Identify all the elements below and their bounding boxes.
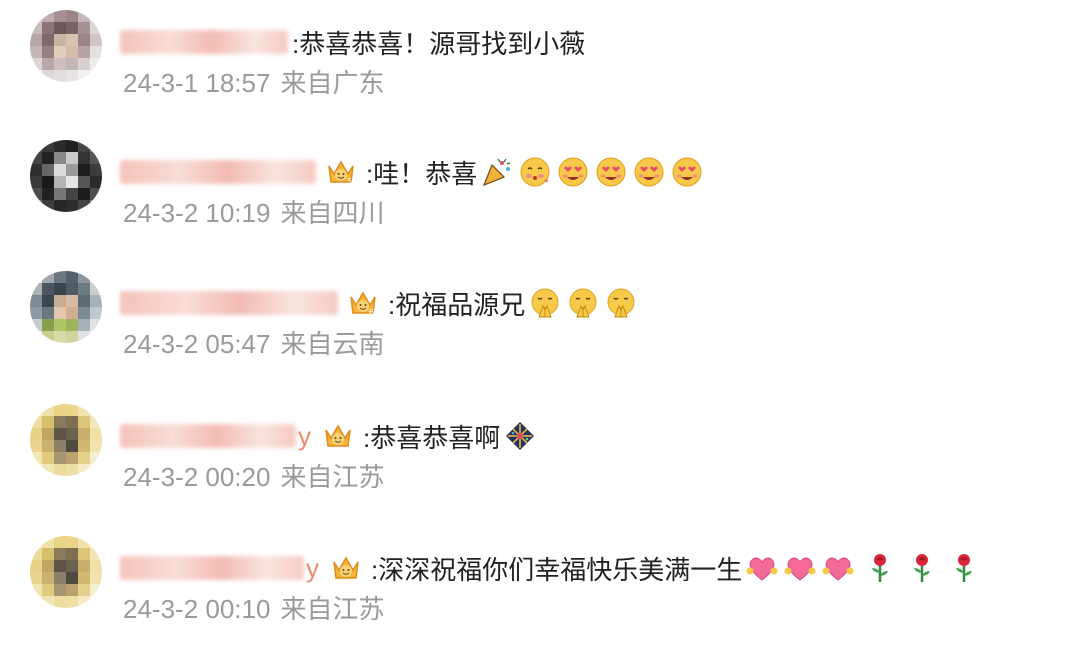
party-popper-emoji-icon bbox=[479, 154, 515, 190]
heart-hug-emoji-icon bbox=[782, 550, 818, 586]
comment-item: y :深深祝福你们幸福快乐美满一生 24-3-2 00:10 来自江苏 bbox=[0, 536, 1080, 656]
username-blurred[interactable] bbox=[120, 424, 296, 448]
comment-time: 24-3-2 00:20 bbox=[123, 462, 271, 492]
vip-crown-icon bbox=[329, 551, 363, 585]
pray-emoji-icon bbox=[565, 285, 601, 321]
comment-item: :恭喜恭喜！源哥找到小薇 24-3-1 18:57 来自广东 bbox=[0, 10, 1080, 130]
comment-item: 5 :哇！恭喜 24-3-2 10:19 来自四川 bbox=[0, 140, 1080, 260]
comment-line: :恭喜恭喜！源哥找到小薇 bbox=[120, 22, 585, 62]
kiss-blush-emoji-icon bbox=[517, 154, 553, 190]
rose-emoji-icon bbox=[904, 550, 940, 586]
comment-line: y :深深祝福你们幸福快乐美满一生 bbox=[120, 548, 982, 588]
username-tail[interactable]: y bbox=[306, 553, 319, 584]
comment-line: 6 :祝福品源兄 bbox=[120, 283, 639, 323]
comment-line: y :恭喜恭喜啊 bbox=[120, 416, 538, 456]
pray-emoji-icon bbox=[603, 285, 639, 321]
comment-time: 24-3-2 00:10 bbox=[123, 594, 271, 624]
avatar[interactable] bbox=[30, 140, 102, 212]
vip-crown-icon: 6 bbox=[346, 286, 380, 320]
username-blurred[interactable] bbox=[120, 556, 304, 580]
comment-meta: 24-3-2 00:10 来自江苏 bbox=[123, 589, 394, 626]
vip-crown-icon: 5 bbox=[324, 155, 358, 189]
firework-emoji-icon bbox=[502, 418, 538, 454]
comment-item: 6 :祝福品源兄 24-3-2 05:47 来自云南 bbox=[0, 271, 1080, 391]
comment-meta: 24-3-2 10:19 来自四川 bbox=[123, 193, 394, 230]
comment-location: 来自云南 bbox=[280, 329, 385, 359]
vip-crown-icon bbox=[321, 419, 355, 453]
comment-text: :祝福品源兄 bbox=[388, 289, 526, 320]
avatar[interactable] bbox=[30, 404, 102, 476]
rose-emoji-icon bbox=[862, 550, 898, 586]
heart-hug-emoji-icon bbox=[820, 550, 856, 586]
comment-meta: 24-3-2 05:47 来自云南 bbox=[123, 324, 394, 361]
username-blurred[interactable] bbox=[120, 291, 338, 315]
comment-text: :深深祝福你们幸福快乐美满一生 bbox=[371, 554, 743, 585]
svg-text:5: 5 bbox=[347, 177, 352, 186]
comment-line: 5 :哇！恭喜 bbox=[120, 152, 705, 192]
love-eyes-emoji-icon bbox=[593, 154, 629, 190]
comment-time: 24-3-2 05:47 bbox=[123, 329, 271, 359]
love-eyes-emoji-icon bbox=[669, 154, 705, 190]
comment-time: 24-3-1 18:57 bbox=[123, 68, 271, 98]
rose-emoji-icon bbox=[946, 550, 982, 586]
love-eyes-emoji-icon bbox=[555, 154, 591, 190]
username-tail[interactable]: y bbox=[298, 421, 311, 452]
svg-text:6: 6 bbox=[369, 308, 374, 317]
comment-text: :哇！恭喜 bbox=[366, 158, 478, 189]
avatar[interactable] bbox=[30, 10, 102, 82]
username-blurred[interactable] bbox=[120, 30, 288, 54]
comment-text: :恭喜恭喜啊 bbox=[363, 422, 501, 453]
pray-emoji-icon bbox=[527, 285, 563, 321]
love-eyes-emoji-icon bbox=[631, 154, 667, 190]
avatar[interactable] bbox=[30, 536, 102, 608]
username-blurred[interactable] bbox=[120, 160, 316, 184]
comment-time: 24-3-2 10:19 bbox=[123, 198, 271, 228]
comment-location: 来自广东 bbox=[280, 68, 385, 98]
comment-meta: 24-3-2 00:20 来自江苏 bbox=[123, 457, 394, 494]
comment-location: 来自江苏 bbox=[280, 594, 385, 624]
comment-location: 来自江苏 bbox=[280, 462, 385, 492]
comment-item: y :恭喜恭喜啊 24-3-2 00:20 来自江苏 bbox=[0, 404, 1080, 524]
heart-hug-emoji-icon bbox=[744, 550, 780, 586]
comment-text: :恭喜恭喜！源哥找到小薇 bbox=[292, 28, 586, 59]
comment-location: 来自四川 bbox=[280, 198, 385, 228]
comment-meta: 24-3-1 18:57 来自广东 bbox=[123, 63, 394, 100]
avatar[interactable] bbox=[30, 271, 102, 343]
